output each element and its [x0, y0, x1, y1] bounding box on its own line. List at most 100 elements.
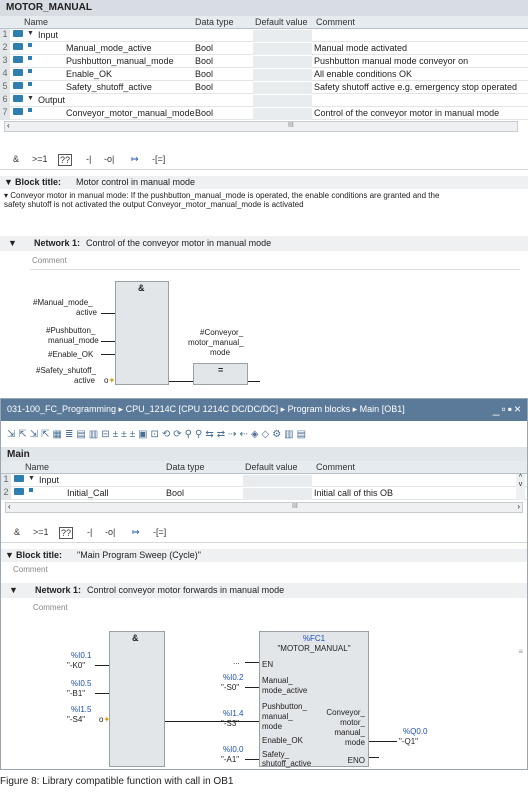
- row-number: 5: [0, 81, 10, 93]
- row-type[interactable]: Bool: [195, 108, 213, 118]
- and-tool-button[interactable]: &: [13, 154, 19, 164]
- negated-contact-button[interactable]: -o|: [105, 527, 115, 537]
- interface-row[interactable]: 2 Initial_Call Bool Initial call of this OB: [1, 487, 527, 500]
- row-comment[interactable]: Safety shutoff active e.g. emergency sto…: [314, 82, 517, 92]
- branch-button[interactable]: ↦: [131, 154, 139, 165]
- col-comment: Comment: [316, 462, 356, 472]
- and-box[interactable]: &: [115, 281, 169, 385]
- empty-box-button[interactable]: ??: [58, 154, 73, 166]
- horizontal-scrollbar-2[interactable]: ‹ III ›: [5, 502, 523, 513]
- row-name[interactable]: Pushbutton_manual_mode: [66, 56, 174, 66]
- and-tool-button[interactable]: &: [14, 527, 20, 537]
- row-name[interactable]: Safety_shutoff_active: [66, 82, 152, 92]
- empty-box-button[interactable]: ??: [59, 527, 74, 539]
- row-number: 3: [0, 55, 10, 67]
- row-comment[interactable]: Initial call of this OB: [314, 488, 393, 498]
- network-comment[interactable]: Comment: [32, 256, 67, 265]
- comment-arrow-icon: ▾: [4, 191, 9, 200]
- row-number: 2: [0, 42, 10, 54]
- row-name[interactable]: Enable_OK: [66, 69, 112, 79]
- row-name[interactable]: Input: [38, 30, 58, 40]
- network-bar[interactable]: ▼ Network 1: Control of the conveyor mot…: [0, 236, 528, 251]
- row-type[interactable]: Bool: [195, 69, 213, 79]
- assign-box[interactable]: =: [193, 363, 248, 385]
- scroll-right-arrow[interactable]: ›: [517, 502, 520, 511]
- interface-row[interactable]: 6 ▼ Output: [0, 94, 528, 107]
- negated-contact-button[interactable]: -o|: [104, 154, 114, 164]
- default-cell[interactable]: [243, 488, 312, 500]
- en-pin: EN: [262, 660, 274, 669]
- negation-icon: o✦: [99, 715, 111, 724]
- toolbar-icons[interactable]: ⇲⇱⇲⇱▦≣▤▥⊟±±±▣⊡⟲⟳⚲⚲⇆⇄⇢⇠◈◇⚙▥▤: [7, 429, 309, 440]
- interface-row[interactable]: 2 Manual_mode_active Bool Manual mode activ…: [0, 42, 528, 55]
- network-comment-2[interactable]: Comment: [33, 603, 68, 612]
- or-tool-button[interactable]: >=1: [33, 527, 49, 537]
- contact-button[interactable]: -|: [86, 154, 91, 164]
- network-label: Network 1:: [35, 585, 82, 595]
- row-name[interactable]: Initial_Call: [67, 488, 109, 498]
- default-cell[interactable]: [253, 82, 312, 94]
- interface-row[interactable]: 1 ▼ Input: [1, 474, 527, 487]
- branch-button[interactable]: ↦: [132, 527, 140, 538]
- pin-safety: Safety_: [262, 750, 290, 759]
- interface-row[interactable]: 5 Safety_shutoff_active Bool Safety shutoff…: [0, 81, 528, 94]
- contact-button[interactable]: -|: [87, 527, 92, 537]
- row-type[interactable]: Bool: [195, 82, 213, 92]
- collapse-icon[interactable]: ▼: [5, 550, 14, 560]
- pin-out1: Conveyor_: [326, 708, 365, 717]
- row-comment[interactable]: Manual mode activated: [314, 43, 407, 53]
- default-cell[interactable]: [243, 475, 312, 487]
- expand-icon[interactable]: ▼: [27, 95, 34, 102]
- in2-symbol: "-B1": [67, 689, 86, 698]
- bullet-icon: [28, 82, 32, 86]
- network-bar-2[interactable]: ▼ Network 1: Control conveyor motor forw…: [1, 583, 527, 598]
- wire: [248, 381, 260, 382]
- row-name[interactable]: Conveyor_motor_manual_mode: [66, 108, 195, 118]
- row-name[interactable]: Output: [38, 95, 65, 105]
- assignment-button[interactable]: -[=]: [152, 154, 165, 164]
- row-type[interactable]: Bool: [195, 43, 213, 53]
- parameter-icon: [13, 69, 23, 76]
- block-title-bar-2[interactable]: ▼ Block title: "Main Program Sweep (Cycl…: [1, 549, 527, 562]
- in-pushbutton-b: manual_mode: [48, 336, 99, 345]
- row-comment[interactable]: Control of the conveyor motor in manual …: [314, 108, 499, 118]
- interface-row[interactable]: 3 Pushbutton_manual_mode Bool Pushbutton ma…: [0, 55, 528, 68]
- in-manual-mode-b: active: [76, 308, 97, 317]
- row-comment[interactable]: All enable conditions OK: [314, 69, 412, 79]
- fc-call-box[interactable]: %FC1 "MOTOR_MANUAL" EN Manual_ mode_acti…: [259, 631, 369, 768]
- default-cell[interactable]: [253, 43, 312, 55]
- scroll-left-arrow[interactable]: ‹: [7, 121, 10, 130]
- horizontal-scrollbar[interactable]: ‹ III: [4, 121, 518, 132]
- block-comment-2[interactable]: Comment: [13, 565, 48, 574]
- assignment-button[interactable]: -[=]: [153, 527, 166, 537]
- expand-icon[interactable]: ▼: [27, 30, 34, 37]
- bullet-icon: [28, 56, 32, 60]
- expand-icon[interactable]: ▼: [28, 475, 35, 482]
- block-title-bar[interactable]: ▼ Block title: Motor control in manual m…: [0, 176, 528, 189]
- interface-row[interactable]: 7 Conveyor_motor_manual_mode Bool Control o…: [0, 107, 528, 120]
- collapse-icon[interactable]: ▼: [4, 177, 13, 187]
- row-name[interactable]: Input: [39, 475, 59, 485]
- interface-row[interactable]: 1 ▼ Input: [0, 29, 528, 42]
- default-cell[interactable]: [253, 69, 312, 81]
- default-cell[interactable]: [253, 30, 312, 42]
- row-type[interactable]: Bool: [166, 488, 184, 498]
- or-tool-button[interactable]: >=1: [32, 154, 48, 164]
- row-type[interactable]: Bool: [195, 56, 213, 66]
- wire: [101, 341, 115, 342]
- default-cell[interactable]: [253, 108, 312, 120]
- row-name[interactable]: Manual_mode_active: [66, 43, 152, 53]
- row-comment[interactable]: Pushbutton manual mode conveyor on: [314, 56, 468, 66]
- default-cell[interactable]: [253, 56, 312, 68]
- network-collapse-icon[interactable]: ▼: [9, 585, 18, 595]
- bullet-icon: [28, 69, 32, 73]
- interface-row[interactable]: 4 Enable_OK Bool All enable conditions OK: [0, 68, 528, 81]
- vertical-scrollbar[interactable]: ^ v: [516, 474, 525, 500]
- default-cell[interactable]: [253, 95, 312, 107]
- right-scroll-marker[interactable]: ≡: [518, 647, 523, 656]
- network-collapse-icon[interactable]: ▼: [8, 238, 17, 248]
- window-controls[interactable]: _▫▪×: [493, 402, 523, 416]
- block-title-label: Block title:: [15, 177, 62, 187]
- and-box-2[interactable]: &: [109, 631, 165, 767]
- scroll-left-arrow[interactable]: ‹: [8, 502, 11, 511]
